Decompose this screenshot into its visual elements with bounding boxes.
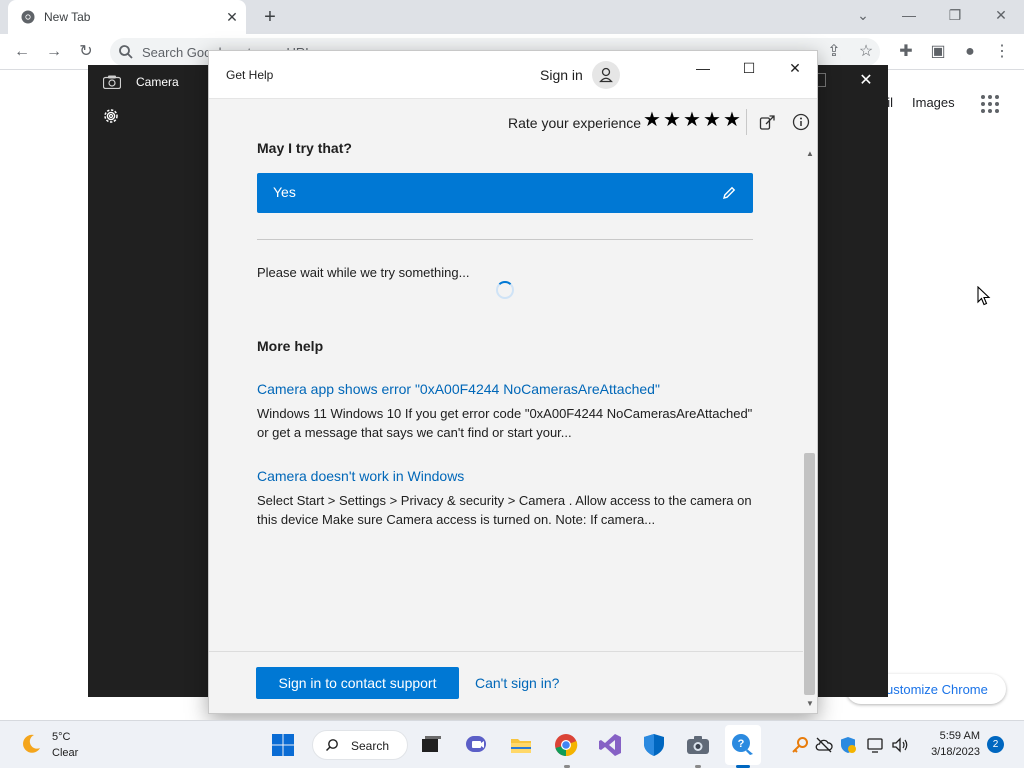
bookmark-star-icon[interactable]: ☆ [854, 40, 878, 64]
volume-icon[interactable] [891, 736, 909, 754]
mouse-cursor-icon [977, 286, 991, 306]
sign-in-link[interactable]: Sign in [540, 67, 583, 83]
gear-icon[interactable] [102, 107, 120, 125]
star-icon[interactable]: ★ [722, 109, 742, 131]
share-icon[interactable] [759, 113, 777, 131]
star-icon[interactable]: ★ [642, 109, 662, 131]
tab-title: New Tab [44, 10, 91, 24]
chrome-app-icon[interactable] [554, 733, 578, 757]
extensions-icon[interactable]: ✚ [894, 40, 918, 64]
get-help-close-icon[interactable]: ✕ [780, 57, 810, 79]
get-help-titlebar: Get Help Sign in — ☐ ✕ [209, 51, 817, 99]
avatar[interactable] [592, 61, 620, 89]
person-icon [599, 67, 613, 83]
camera-window-title: Camera [136, 75, 179, 89]
notification-badge[interactable]: 2 [987, 736, 1004, 753]
tab-close-icon[interactable]: ✕ [224, 9, 240, 25]
moon-weather-icon[interactable] [20, 733, 42, 755]
divider [746, 109, 747, 135]
forward-icon[interactable]: → [42, 40, 66, 64]
rate-experience-row: Rate your experience ★ ★ ★ ★ ★ [209, 109, 817, 135]
minimize-icon[interactable]: — [895, 4, 923, 26]
close-window-icon[interactable]: ✕ [987, 4, 1015, 26]
result-link[interactable]: Camera app shows error "0xA00F4244 NoCam… [257, 381, 660, 397]
get-help-app-icon[interactable]: ? [731, 733, 755, 757]
cloud-offline-icon[interactable] [815, 736, 833, 754]
taskbar-search[interactable]: Search [312, 730, 408, 760]
pencil-icon[interactable] [721, 185, 737, 201]
cant-sign-in-link[interactable]: Can't sign in? [475, 675, 559, 691]
result-description: Select Start > Settings > Privacy & secu… [257, 493, 752, 527]
customize-chrome-label: ustomize Chrome [886, 682, 988, 697]
divider [257, 239, 753, 240]
tab-search-icon[interactable]: ⌄ [849, 4, 877, 26]
teams-chat-icon[interactable] [464, 733, 488, 757]
images-link[interactable]: Images [912, 95, 955, 110]
visual-studio-icon[interactable] [598, 733, 622, 757]
search-icon [325, 739, 338, 752]
taskbar-search-label: Search [351, 739, 390, 753]
clock-date[interactable]: 3/18/2023 [920, 746, 980, 758]
security-shield-icon[interactable] [642, 733, 666, 757]
camera-close-icon[interactable]: ✕ [856, 71, 876, 91]
more-help-heading: More help [257, 338, 324, 354]
scroll-up-icon[interactable]: ▲ [806, 149, 814, 158]
camera-icon [103, 75, 121, 89]
sign-in-contact-support-button[interactable]: Sign in to contact support [256, 667, 459, 699]
taskbar: 5°C Clear Search ? 5:59 AM 3/18/2023 2 [0, 720, 1024, 768]
task-view-icon[interactable] [419, 733, 443, 757]
network-icon[interactable] [866, 736, 884, 754]
get-help-minimize-icon[interactable]: — [688, 57, 718, 79]
assistant-question: May I try that? [257, 140, 352, 156]
weather-condition: Clear [52, 747, 79, 759]
answer-yes-box[interactable]: Yes [257, 173, 753, 213]
clock-time[interactable]: 5:59 AM [930, 730, 980, 742]
scrollbar[interactable]: ▲ ▼ [803, 147, 817, 713]
get-help-window: Get Help Sign in — ☐ ✕ Rate your experie… [208, 50, 818, 714]
search-icon [119, 45, 133, 59]
get-help-title: Get Help [226, 68, 274, 82]
result-link[interactable]: Camera doesn't work in Windows [257, 468, 464, 484]
rate-experience-label: Rate your experience [508, 115, 642, 131]
profile-icon[interactable]: ● [958, 40, 982, 64]
reload-icon[interactable]: ↻ [74, 40, 98, 64]
defender-warning-icon[interactable] [839, 736, 857, 754]
back-icon[interactable]: ← [10, 40, 34, 64]
loading-spinner-icon [496, 281, 514, 299]
side-panel-icon[interactable]: ▣ [926, 40, 950, 64]
chrome-tabstrip: New Tab ✕ + ⌄ — ❐ ✕ [0, 0, 1024, 34]
new-tab-button[interactable]: + [258, 5, 282, 29]
tab-new-tab[interactable]: New Tab ✕ [8, 0, 246, 34]
chrome-icon [21, 10, 35, 24]
contact-button-label: Sign in to contact support [278, 675, 437, 691]
windows-start-icon[interactable] [271, 733, 295, 757]
file-explorer-icon[interactable] [509, 733, 533, 757]
star-icon[interactable]: ★ [682, 109, 702, 131]
svg-text:?: ? [738, 738, 745, 750]
info-icon[interactable] [792, 113, 810, 131]
key-icon[interactable] [791, 736, 809, 754]
scroll-down-icon[interactable]: ▼ [806, 699, 814, 708]
star-icon[interactable]: ★ [702, 109, 722, 131]
scrollbar-thumb[interactable] [804, 453, 815, 695]
weather-temperature: 5°C [52, 731, 71, 743]
get-help-footer: Sign in to contact support Can't sign in… [209, 651, 803, 713]
star-icon[interactable]: ★ [662, 109, 682, 131]
get-help-maximize-icon[interactable]: ☐ [734, 57, 764, 79]
restore-icon[interactable]: ❐ [941, 4, 969, 26]
share-page-icon[interactable]: ⇪ [822, 40, 846, 64]
answer-text: Yes [273, 184, 296, 200]
wait-message: Please wait while we try something... [257, 265, 470, 280]
chrome-menu-icon[interactable]: ⋮ [990, 40, 1014, 64]
google-apps-icon[interactable] [980, 94, 1000, 114]
result-description: Windows 11 Windows 10 If you get error c… [257, 406, 753, 440]
camera-app-icon[interactable] [686, 733, 710, 757]
